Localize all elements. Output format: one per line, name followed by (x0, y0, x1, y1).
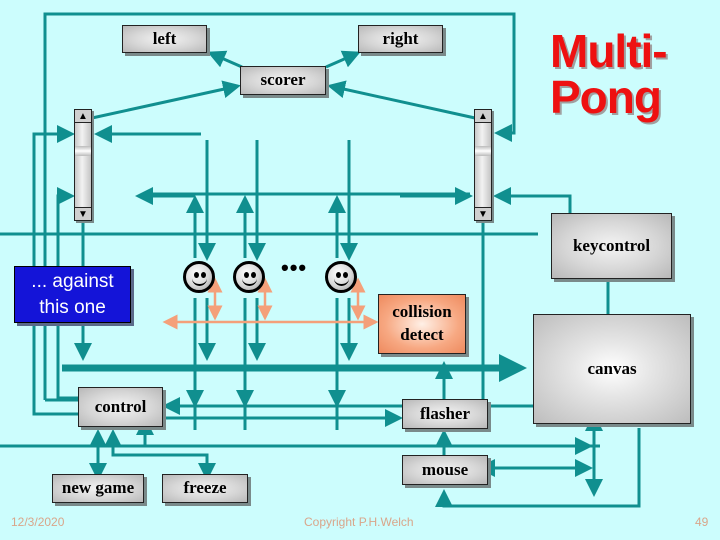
process-scorer[interactable]: scorer (240, 66, 326, 95)
collision-line-2: detect (400, 325, 444, 344)
scroll-down-arrow-icon[interactable]: ▼ (75, 207, 91, 220)
process-control[interactable]: control (78, 387, 163, 427)
scrollbar-thumb[interactable] (475, 146, 491, 156)
process-canvas[interactable]: canvas (533, 314, 691, 424)
scrollbar-thumb[interactable] (75, 146, 91, 156)
process-new-game[interactable]: new game (52, 474, 144, 503)
process-new-game-label: new game (61, 478, 135, 498)
title-line-1: Multi- (550, 25, 668, 77)
scroll-up-arrow-icon[interactable]: ▲ (75, 110, 91, 123)
ball-smiley-icon (183, 261, 215, 293)
process-flasher[interactable]: flasher (402, 399, 488, 429)
process-mouse-label: mouse (421, 459, 469, 479)
process-freeze-label: freeze (183, 478, 227, 498)
callout-line-1: ... against (31, 270, 114, 292)
slide-title: Multi- Pong (550, 25, 668, 123)
process-canvas-label: canvas (587, 358, 637, 378)
right-scrollbar[interactable]: ▲ ▼ (474, 109, 492, 221)
process-freeze[interactable]: freeze (162, 474, 248, 503)
process-right-label: right (382, 28, 419, 48)
process-flasher-label: flasher (419, 403, 471, 423)
scroll-down-arrow-icon[interactable]: ▼ (475, 207, 491, 220)
title-line-2: Pong (550, 71, 662, 123)
process-control-label: control (94, 396, 147, 416)
ellipsis: ••• (281, 255, 308, 280)
process-right[interactable]: right (358, 25, 443, 53)
left-scrollbar[interactable]: ▲ ▼ (74, 109, 92, 221)
callout-against-this-one: ... against this one (14, 266, 131, 323)
ball-smiley-icon (325, 261, 357, 293)
process-keycontrol[interactable]: keycontrol (551, 213, 672, 279)
footer-copyright: Copyright P.H.Welch (304, 515, 414, 529)
process-left-label: left (152, 28, 177, 48)
ball-smiley-icon (233, 261, 265, 293)
scroll-up-arrow-icon[interactable]: ▲ (475, 110, 491, 123)
callout-line-2: this one (39, 296, 106, 318)
process-collision-detect[interactable]: collision detect (378, 294, 466, 354)
collision-line-1: collision (392, 302, 452, 322)
process-mouse[interactable]: mouse (402, 455, 488, 485)
process-keycontrol-label: keycontrol (572, 235, 651, 255)
process-scorer-label: scorer (260, 70, 306, 90)
footer-page-number: 49 (695, 515, 709, 529)
footer-date: 12/3/2020 (11, 515, 65, 529)
process-left[interactable]: left (122, 25, 207, 53)
